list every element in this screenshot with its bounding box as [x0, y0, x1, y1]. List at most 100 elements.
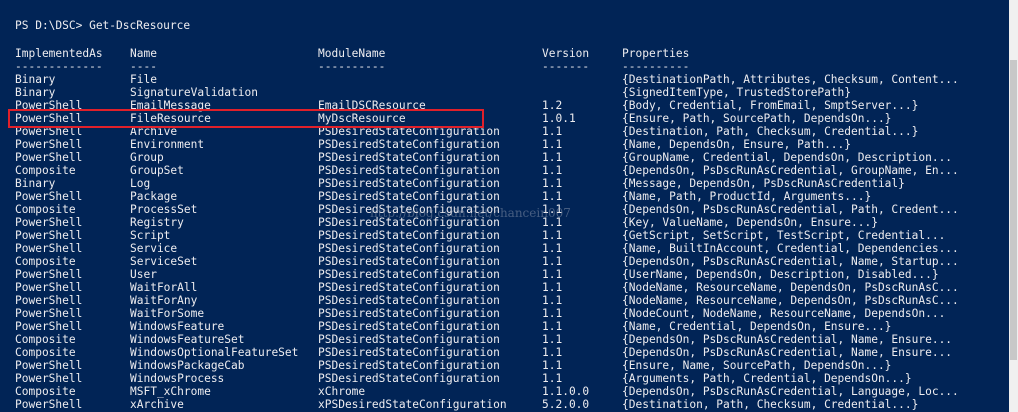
properties-cell: {NodeName, ResourceName, DependsOn, PsDs… [622, 294, 959, 307]
properties-cell: {Key, ValueName, DependsOn, Ensure...} [622, 216, 878, 229]
implemented-as-cell: Binary [15, 86, 56, 99]
module-name-cell: PSDesiredStateConfiguration [318, 281, 500, 294]
table-row: PowerShell WindowsProcess PSDesiredStateCo… [15, 372, 1018, 385]
properties-cell: {NodeName, ResourceName, DependsOn, PsDs… [622, 281, 959, 294]
implemented-as-cell: Composite [15, 164, 76, 177]
table-row: PowerShell Group PSDesiredStateConfigurati… [15, 151, 1018, 164]
module-name-cell: PSDesiredStateConfiguration [318, 203, 500, 216]
implemented-as-cell: PowerShell [15, 307, 83, 320]
name-cell: Environment [130, 138, 205, 151]
module-name-cell: PSDesiredStateConfiguration [318, 255, 500, 268]
properties-cell: {DependsOn, PsDscRunAsCredential, Name, … [622, 346, 953, 359]
implemented-as-cell: PowerShell [15, 242, 83, 255]
version-cell: 1.1 [542, 320, 563, 333]
table-row: PowerShell FileResource MyDscResource 1.0.1… [15, 112, 1018, 125]
module-name-cell: PSDesiredStateConfiguration [318, 190, 500, 203]
version-cell: 1.1 [542, 294, 563, 307]
implemented-as-cell: ------------- [15, 60, 103, 73]
table-row: Composite GroupSet PSDesiredStateConfigura… [15, 164, 1018, 177]
name-cell: WindowsFeatureSet [130, 333, 245, 346]
name-cell: Group [130, 151, 164, 164]
module-name-cell: xChrome [318, 385, 366, 398]
version-cell: 1.1 [542, 125, 563, 138]
table-row: Composite ServiceSet PSDesiredStateConfigu… [15, 255, 1018, 268]
module-name-cell: PSDesiredStateConfiguration [318, 138, 500, 151]
name-cell: WaitForAny [130, 294, 198, 307]
implemented-as-cell: PowerShell [15, 359, 83, 372]
module-name-cell: PSDesiredStateConfiguration [318, 177, 500, 190]
table-row: Binary File {DestinationPath, Attributes, … [15, 73, 1018, 86]
powershell-console[interactable]: PS D:\DSC> Get-DscResource ImplementedAs… [0, 0, 1018, 412]
implemented-as-cell: PowerShell [15, 372, 83, 385]
implemented-as-cell: PowerShell [15, 125, 83, 138]
name-cell: Script [130, 229, 171, 242]
properties-cell: {Arguments, Path, Credential, DependsOn.… [622, 372, 912, 385]
table-row: PowerShell Script PSDesiredStateConfigurat… [15, 229, 1018, 242]
version-cell: 1.1.0.0 [542, 385, 590, 398]
module-name-cell: PSDesiredStateConfiguration [318, 164, 500, 177]
table-row: PowerShell WaitForAny PSDesiredStateConfig… [15, 294, 1018, 307]
properties-cell: {DependsOn, PsDscRunAsCredential, Langua… [622, 385, 959, 398]
version-cell: 1.0.1 [542, 112, 576, 125]
module-name-cell: ModuleName [318, 47, 386, 60]
properties-cell: {DependsOn, PsDscRunAsCredential, Name, … [622, 333, 953, 346]
name-cell: ProcessSet [130, 203, 198, 216]
module-name-cell: PSDesiredStateConfiguration [318, 294, 500, 307]
implemented-as-cell: Composite [15, 385, 76, 398]
module-name-cell: xPSDesiredStateConfiguration [318, 398, 507, 411]
properties-cell: {Destination, Path, Checksum, Credential… [622, 125, 919, 138]
vertical-scrollbar[interactable] [1009, 0, 1018, 412]
version-cell: 1.1 [542, 281, 563, 294]
name-cell: Name [130, 47, 157, 60]
implemented-as-cell: PowerShell [15, 229, 83, 242]
properties-cell: {SignedItemType, TrustedStorePath} [622, 86, 852, 99]
version-cell: 1.1 [542, 177, 563, 190]
name-cell: WindowsOptionalFeatureSet [130, 346, 299, 359]
module-name-cell: PSDesiredStateConfiguration [318, 346, 500, 359]
module-name-cell: PSDesiredStateConfiguration [318, 268, 500, 281]
implemented-as-cell: PowerShell [15, 151, 83, 164]
implemented-as-cell: PowerShell [15, 268, 83, 281]
properties-cell: {UserName, DependsOn, Description, Disab… [622, 268, 939, 281]
properties-cell: {Destination, Path, Checksum, Credential… [622, 398, 919, 411]
implemented-as-cell: PowerShell [15, 294, 83, 307]
name-cell: MSFT_xChrome [130, 385, 211, 398]
module-name-cell: PSDesiredStateConfiguration [318, 359, 500, 372]
name-cell: ---- [130, 60, 157, 73]
properties-cell: {Name, BuiltInAccount, Credential, Depen… [622, 242, 959, 255]
implemented-as-cell: PowerShell [15, 99, 83, 112]
table-row: PowerShell Archive PSDesiredStateConfigura… [15, 125, 1018, 138]
name-cell: File [130, 73, 157, 86]
implemented-as-cell: Composite [15, 203, 76, 216]
table-row: PowerShell WaitForSome PSDesiredStateConfi… [15, 307, 1018, 320]
version-cell: 1.1 [542, 255, 563, 268]
name-cell: WindowsProcess [130, 372, 225, 385]
properties-cell: {DestinationPath, Attributes, Checksum, … [622, 73, 959, 86]
version-cell: 1.1 [542, 372, 563, 385]
scrollbar-thumb[interactable] [1010, 60, 1017, 360]
implemented-as-cell: Binary [15, 177, 56, 190]
version-cell: 1.1 [542, 229, 563, 242]
properties-cell: {Name, DependsOn, Ensure, Path...} [622, 138, 852, 151]
module-name-cell: PSDesiredStateConfiguration [318, 333, 500, 346]
properties-cell: Properties [622, 47, 690, 60]
implemented-as-cell: PowerShell [15, 320, 83, 333]
name-cell: WindowsPackageCab [130, 359, 245, 372]
properties-cell: {Ensure, Name, SourcePath, DependsOn...} [622, 359, 892, 372]
module-name-cell: PSDesiredStateConfiguration [318, 372, 500, 385]
module-name-cell: PSDesiredStateConfiguration [318, 125, 500, 138]
name-cell: Archive [130, 125, 178, 138]
version-cell: Version [542, 47, 590, 60]
table-row: PowerShell User PSDesiredStateConfiguratio… [15, 268, 1018, 281]
version-cell: 1.1 [542, 307, 563, 320]
implemented-as-cell: Binary [15, 73, 56, 86]
implemented-as-cell: Composite [15, 346, 76, 359]
version-cell: 1.2 [542, 99, 563, 112]
name-cell: ServiceSet [130, 255, 198, 268]
table-row: Composite WindowsOptionalFeatureSet PSDesi… [15, 346, 1018, 359]
name-cell: Package [130, 190, 178, 203]
properties-cell: {Name, Credential, DependsOn, Ensure...} [622, 320, 892, 333]
table-row: Binary Log PSDesiredStateConfiguration 1.1 {… [15, 177, 1018, 190]
properties-cell: {Name, Path, ProductId, Arguments...} [622, 190, 872, 203]
version-cell: 1.1 [542, 359, 563, 372]
